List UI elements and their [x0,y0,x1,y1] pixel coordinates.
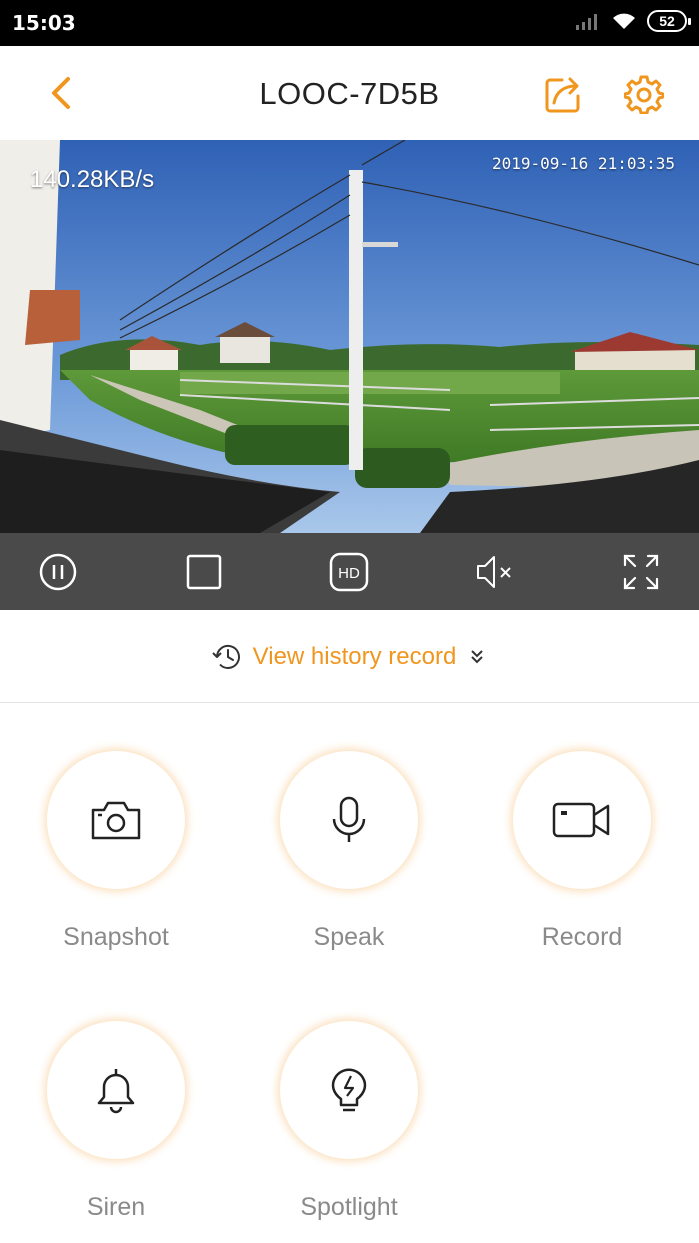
mute-icon [477,556,511,588]
history-label: View history record [252,643,457,670]
siren-action: Siren [26,1021,206,1222]
siren-label: Siren [86,1193,146,1221]
status-bar: 15:03 52 [0,0,699,46]
fullscreen-button[interactable] [620,551,662,593]
spotlight-button[interactable] [280,1021,418,1159]
history-record-row: View history record [0,610,699,703]
video-timestamp: 2019-09-16 21:03:35 [491,154,675,173]
history-clock-icon [211,645,240,669]
status-icons: 52 [575,10,691,32]
siren-button[interactable] [47,1021,185,1159]
status-time: 15:03 [12,11,76,35]
battery-level: 52 [659,13,675,29]
speak-action: Speak [259,751,439,952]
spotlight-action: Spotlight [259,1021,439,1222]
lightbulb-icon [331,1068,367,1112]
view-history-button[interactable]: View history record [0,642,699,672]
wifi-icon [613,13,635,29]
microphone-icon [332,796,366,842]
pause-icon [39,553,77,591]
app-header: LOOC-7D5B [0,46,699,140]
playback-controls-bar: HD [0,533,699,610]
record-action: Record [492,751,672,952]
snapshot-label: Snapshot [63,923,169,951]
speak-button[interactable] [280,751,418,889]
hd-label: HD [338,565,360,582]
bitrate-readout: 140.28KB/s [30,166,155,193]
spotlight-label: Spotlight [300,1193,398,1221]
page-title: LOOC-7D5B [259,76,440,111]
camera-icon [91,801,141,840]
video-camera-icon [552,802,610,838]
gear-icon [623,75,665,115]
stop-icon [186,554,222,590]
hd-quality-button[interactable]: HD [328,551,370,593]
mute-button[interactable] [474,551,516,593]
snapshot-action: Snapshot [26,751,206,952]
signal-icon [576,14,597,30]
share-icon [545,77,580,113]
chevron-double-down-icon [471,650,484,664]
camera-view-image [0,140,699,533]
hd-icon: HD [329,552,369,592]
record-label: Record [541,923,623,951]
snapshot-button[interactable] [47,751,185,889]
bell-icon [97,1069,135,1114]
share-button[interactable] [544,74,584,114]
speak-label: Speak [313,923,385,951]
record-button[interactable] [513,751,651,889]
settings-button[interactable] [623,74,665,115]
pause-button[interactable] [37,551,79,593]
fullscreen-icon [623,554,659,590]
stop-button[interactable] [183,551,225,593]
battery-indicator: 52 [647,10,691,32]
live-video-feed[interactable]: 140.28KB/s 2019-09-16 21:03:35 [0,140,699,533]
